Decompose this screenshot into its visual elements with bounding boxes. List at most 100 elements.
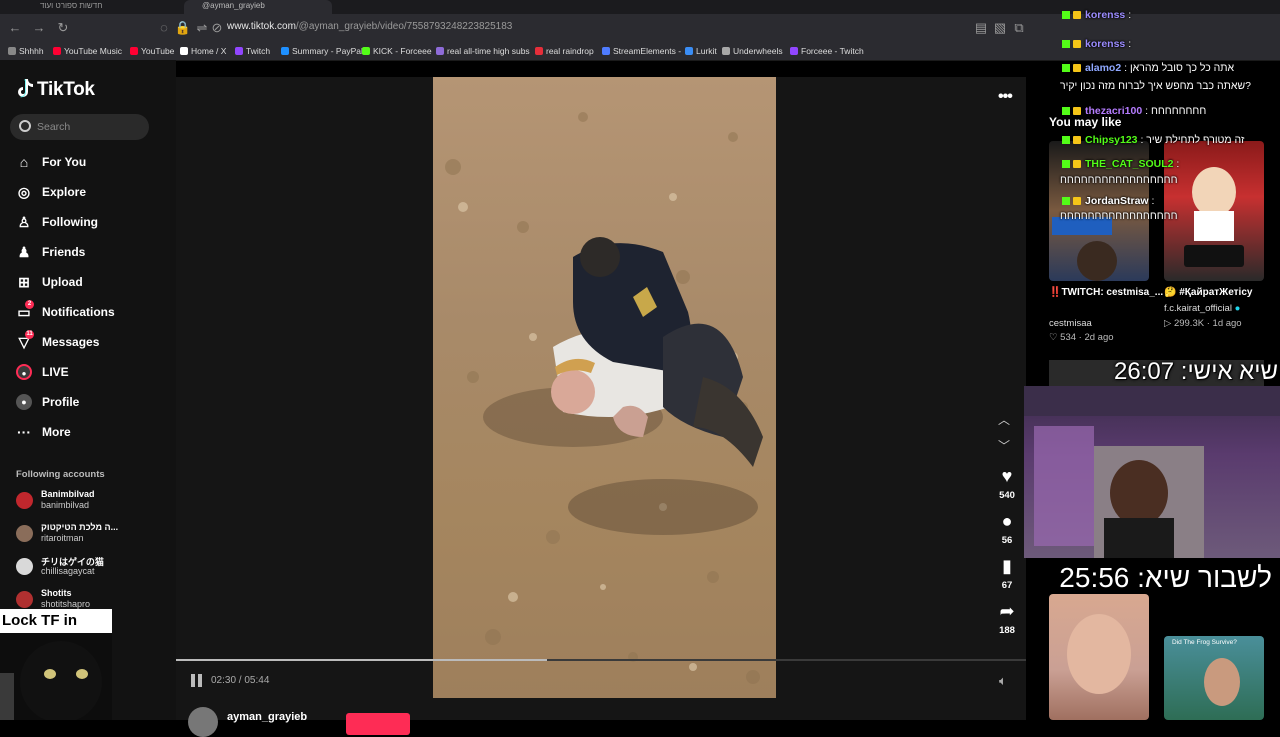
crown-badge-icon bbox=[1073, 197, 1081, 205]
bookmark-item[interactable]: Underwheels bbox=[722, 46, 783, 56]
nav-item-upload[interactable]: ⊞ Upload bbox=[16, 273, 166, 293]
bookmark-label: real raindrop bbox=[546, 46, 594, 56]
pip-icon[interactable]: ⧉ bbox=[1010, 19, 1028, 37]
nav-item-friends[interactable]: ♟ Friends bbox=[16, 243, 166, 263]
nav-item-messages[interactable]: ▽ 11 Messages bbox=[16, 330, 166, 353]
chat-separator: : bbox=[1137, 134, 1147, 146]
card-author-name: f.c.kairat_official bbox=[1164, 303, 1232, 314]
action-count: 56 bbox=[1001, 535, 1013, 546]
chat-username: korenss bbox=[1085, 9, 1126, 21]
nav-item-more[interactable]: ··· More bbox=[16, 423, 166, 443]
following-account[interactable]: Banimbilvad banimbilvad bbox=[16, 489, 156, 519]
account-handle: shotitshapro bbox=[41, 599, 91, 609]
browser-tab-active[interactable]: @ayman_grayieb bbox=[184, 0, 332, 14]
chat-message: שאתה כבר מחפש איך לברוח מזה נכון יקיר? bbox=[1060, 80, 1251, 92]
card-title[interactable]: ‼️TWITCH: cestmisa_... bbox=[1049, 287, 1163, 298]
bookmark-item[interactable]: StreamElements - bbox=[602, 46, 681, 56]
share-button[interactable]: ➦ 188 bbox=[993, 601, 1021, 636]
nav-label: Profile bbox=[42, 395, 80, 409]
chat-text: חחחחחחחחחחחחחחחחח bbox=[1060, 210, 1178, 222]
nav-item-profile[interactable]: ● Profile bbox=[16, 393, 166, 413]
bookmark-favicon-icon bbox=[362, 47, 370, 55]
bookmark-item[interactable]: KICK - Forceee bbox=[362, 46, 432, 56]
chat-username: THE_CAT_SOUL2 bbox=[1085, 158, 1174, 170]
home-icon: ⌂ bbox=[19, 154, 29, 170]
pause-icon[interactable] bbox=[191, 674, 203, 687]
more-options-icon[interactable]: ••• bbox=[998, 88, 1013, 106]
tracking-icon[interactable]: ⊘ bbox=[208, 19, 226, 37]
overlay-caption: Lock TF in bbox=[0, 609, 112, 633]
chat-username: alamo2 bbox=[1085, 62, 1122, 74]
volume-icon[interactable]: 🔈︎ bbox=[999, 673, 1007, 689]
account-handle: ritaroitman bbox=[41, 533, 84, 543]
nav-item-live[interactable]: ● LIVE bbox=[16, 363, 166, 383]
bookmark-item[interactable]: Twitch bbox=[235, 46, 270, 56]
live-icon: ● bbox=[16, 364, 32, 380]
nav-item-notifications[interactable]: ▭ 2 Notifications bbox=[16, 300, 166, 323]
bookmark-favicon-icon bbox=[130, 47, 138, 55]
bookmark-item[interactable]: Forceee - Twitch bbox=[790, 46, 864, 56]
back-icon[interactable]: ← bbox=[6, 19, 24, 37]
bookmark-label: StreamElements - bbox=[613, 46, 682, 56]
bookmark-label: real all-time high subs bbox=[447, 46, 530, 56]
chevron-up-icon[interactable]: ︿ bbox=[998, 411, 1010, 428]
timer-target: לשבור שיא: 25:56 bbox=[1059, 562, 1272, 593]
comment-button[interactable]: ● 56 bbox=[993, 511, 1021, 546]
nav-item-explore[interactable]: ◎ Explore bbox=[16, 183, 166, 203]
card-likes: 534 bbox=[1060, 332, 1077, 343]
bookmark-button[interactable]: ▮ 67 bbox=[993, 556, 1021, 591]
tiktok-logo[interactable]: TikTok bbox=[16, 78, 95, 101]
bookmark-label: Summary - PayPal bbox=[292, 46, 363, 56]
shield-icon[interactable]: ◌ bbox=[155, 19, 173, 37]
video-frame[interactable] bbox=[433, 77, 776, 698]
nav-label: Notifications bbox=[42, 305, 115, 319]
card-author[interactable]: cestmisaa bbox=[1049, 318, 1092, 329]
bookmark-favicon-icon bbox=[722, 47, 730, 55]
crown-badge-icon bbox=[1073, 107, 1081, 115]
chat-separator: : bbox=[1148, 195, 1155, 207]
bookmark-item[interactable]: Shhhh bbox=[8, 46, 44, 56]
bookmark-item[interactable]: YouTube Music bbox=[53, 46, 122, 56]
following-account[interactable]: ה מלכת הטיקטוק... ritaroitman bbox=[16, 522, 156, 552]
timer-personal-best: שיא אישי: 26:07 bbox=[1114, 358, 1278, 385]
account-name: Banimbilvad bbox=[41, 489, 95, 499]
bottom-video-thumbnail[interactable] bbox=[1049, 594, 1149, 720]
card-title[interactable]: 🤔 #ҚайратЖетісу bbox=[1164, 287, 1252, 298]
forward-icon[interactable]: → bbox=[30, 19, 48, 37]
reload-icon[interactable]: ↻ bbox=[54, 19, 72, 37]
nav-item-for-you[interactable]: ⌂ For You bbox=[16, 153, 166, 173]
kick-badge-icon bbox=[1062, 11, 1070, 19]
card-thumbnail-scoreboard bbox=[1184, 245, 1244, 267]
reader-icon[interactable]: ▤ bbox=[972, 19, 990, 37]
nav-label: Friends bbox=[42, 245, 86, 259]
chat-separator: : bbox=[1142, 105, 1151, 117]
heart-button[interactable]: ♥ 540 bbox=[993, 466, 1021, 501]
picture-icon[interactable]: ▧ bbox=[991, 19, 1009, 37]
bookmark-item[interactable]: real raindrop bbox=[535, 46, 594, 56]
nav-label: Following bbox=[42, 215, 98, 229]
following-accounts-title: Following accounts bbox=[16, 469, 105, 480]
chat-message: korenss : bbox=[1062, 38, 1131, 50]
browser-tab[interactable]: חדשות ספורט ועוד bbox=[22, 0, 172, 14]
author-avatar[interactable] bbox=[188, 707, 218, 737]
chevron-down-icon[interactable]: ﹀ bbox=[998, 437, 1010, 454]
bookmark-favicon-icon bbox=[281, 47, 289, 55]
verified-icon: ● bbox=[1234, 303, 1241, 314]
bookmark-item[interactable]: YouTube bbox=[130, 46, 174, 56]
bookmark-item[interactable]: Summary - PayPal bbox=[281, 46, 363, 56]
nav-item-following[interactable]: ♙ Following bbox=[16, 213, 166, 233]
follow-button[interactable] bbox=[346, 713, 410, 735]
card-author[interactable]: f.c.kairat_official ● bbox=[1164, 303, 1240, 314]
bookmark-favicon-icon bbox=[53, 47, 61, 55]
streamer-webcam bbox=[1024, 386, 1280, 558]
bookmark-item[interactable]: real all-time high subs bbox=[436, 46, 530, 56]
cam-shirt bbox=[1104, 518, 1174, 558]
bottom-video-thumbnail[interactable]: Did The Frog Survive? bbox=[1164, 636, 1264, 720]
chat-message: חחחחחחחחחחחחחחחחח bbox=[1060, 174, 1178, 186]
avatar bbox=[16, 591, 33, 608]
bookmark-item[interactable]: Lurkit bbox=[685, 46, 717, 56]
address-bar[interactable]: www.tiktok.com/@ayman_grayieb/video/7558… bbox=[227, 21, 512, 32]
author-name[interactable]: ayman_grayieb bbox=[227, 711, 307, 723]
bookmark-item[interactable]: Home / X bbox=[180, 46, 226, 56]
following-account[interactable]: チリはゲイの猫 chillisagaycat bbox=[16, 555, 156, 585]
